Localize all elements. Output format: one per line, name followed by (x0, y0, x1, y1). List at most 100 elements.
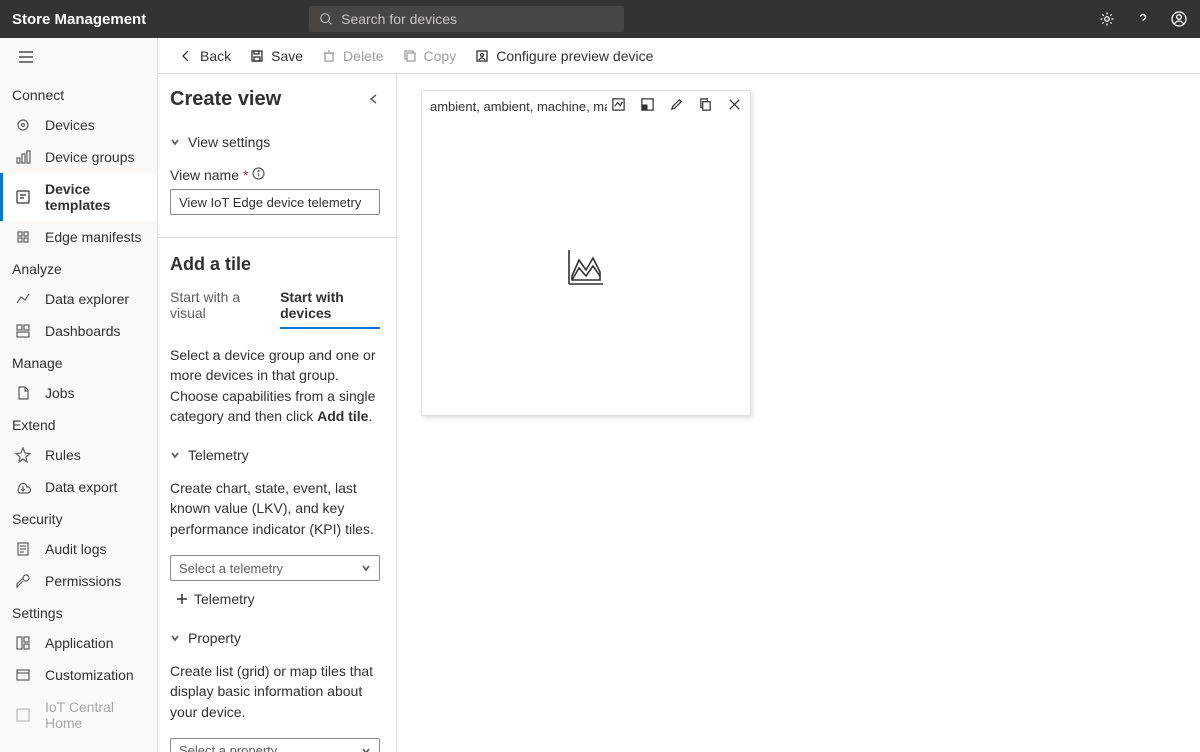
data-export-icon (15, 479, 31, 495)
nav-label: Data export (45, 479, 117, 495)
nav-label: IoT Central Home (45, 699, 145, 731)
chevron-down-icon (361, 563, 371, 573)
telemetry-dropdown[interactable]: Select a telemetry (170, 555, 380, 581)
search-input[interactable] (341, 11, 614, 27)
add-telemetry-button[interactable]: Telemetry (170, 581, 380, 617)
panel-collapse-button[interactable] (368, 92, 380, 108)
data-explorer-icon (15, 291, 31, 307)
nav-device-templates[interactable]: Device templates (0, 173, 157, 221)
form-panel: Create view View settings View name * (158, 74, 397, 752)
nav-category-settings: Settings (0, 597, 157, 627)
tile-close-icon[interactable] (727, 97, 742, 115)
copy-icon (402, 48, 418, 64)
nav-jobs[interactable]: Jobs (0, 377, 157, 409)
property-help: Create list (grid) or map tiles that dis… (170, 661, 380, 722)
divider (158, 237, 396, 238)
view-name-input[interactable] (170, 189, 380, 215)
nav-audit-logs[interactable]: Audit logs (0, 533, 157, 565)
dashboards-icon (15, 323, 31, 339)
search-icon (319, 12, 333, 26)
copy-button[interactable]: Copy (402, 48, 457, 64)
canvas: ambient, ambient, machine, machine (397, 74, 1200, 752)
chevron-down-icon (170, 633, 180, 643)
nav-edge-manifests[interactable]: Edge manifests (0, 221, 157, 253)
back-arrow-icon (178, 48, 194, 64)
search-container[interactable] (309, 6, 624, 32)
panel-title: Create view (170, 88, 281, 111)
nav-category-manage: Manage (0, 347, 157, 377)
edge-manifests-icon (15, 229, 31, 245)
sidebar: Connect Devices Device groups Device tem… (0, 38, 158, 752)
application-icon (15, 635, 31, 651)
jobs-icon (15, 385, 31, 401)
property-dropdown[interactable]: Select a property (170, 738, 380, 752)
nav-label: Application (45, 635, 114, 651)
nav-label: Customization (45, 667, 134, 683)
tile-edit-icon[interactable] (669, 97, 684, 115)
nav-category-extend: Extend (0, 409, 157, 439)
device-groups-icon (15, 149, 31, 165)
nav-label: Device templates (45, 181, 145, 213)
nav-label: Device groups (45, 149, 135, 165)
nav-category-connect: Connect (0, 79, 157, 109)
app-title: Store Management (12, 11, 146, 28)
topbar: Store Management (0, 0, 1200, 38)
add-tile-heading: Add a tile (170, 254, 380, 275)
tab-start-visual[interactable]: Start with a visual (170, 289, 262, 329)
tile-title: ambient, ambient, machine, machine (430, 99, 607, 114)
customization-icon (15, 667, 31, 683)
account-icon[interactable] (1170, 10, 1188, 28)
nav-device-groups[interactable]: Device groups (0, 141, 157, 173)
nav-category-security: Security (0, 503, 157, 533)
devices-icon (15, 117, 31, 133)
iot-central-icon (15, 707, 31, 723)
nav-data-export[interactable]: Data export (0, 471, 157, 503)
delete-icon (321, 48, 337, 64)
configure-button[interactable]: Configure preview device (474, 48, 653, 64)
telemetry-toggle[interactable]: Telemetry (170, 442, 380, 468)
nav-label: Devices (45, 117, 95, 133)
save-button[interactable]: Save (249, 48, 303, 64)
nav-customization[interactable]: Customization (0, 659, 157, 691)
tile-resize-icon[interactable] (640, 97, 655, 115)
nav-label: Data explorer (45, 291, 129, 307)
nav-dashboards[interactable]: Dashboards (0, 315, 157, 347)
nav-category-analyze: Analyze (0, 253, 157, 283)
tile-chart-icon[interactable] (611, 97, 626, 115)
chart-placeholder-icon (565, 246, 607, 291)
device-templates-icon (15, 189, 31, 205)
save-icon (249, 48, 265, 64)
nav-label: Jobs (45, 385, 75, 401)
back-button[interactable]: Back (178, 48, 231, 64)
info-icon[interactable] (252, 167, 265, 183)
nav-iot-central[interactable]: IoT Central Home (0, 691, 157, 739)
settings-gear-icon[interactable] (1098, 10, 1116, 28)
view-settings-toggle[interactable]: View settings (170, 129, 380, 155)
preview-tile[interactable]: ambient, ambient, machine, machine (421, 90, 751, 416)
nav-label: Permissions (45, 573, 121, 589)
chevron-down-icon (170, 137, 180, 147)
tabbar: Start with a visual Start with devices (170, 289, 380, 329)
delete-button[interactable]: Delete (321, 48, 383, 64)
tile-copy-icon[interactable] (698, 97, 713, 115)
nav-label: Edge manifests (45, 229, 142, 245)
sidebar-collapse-button[interactable] (0, 38, 157, 79)
nav-label: Dashboards (45, 323, 121, 339)
telemetry-help: Create chart, state, event, last known v… (170, 478, 380, 539)
configure-icon (474, 48, 490, 64)
audit-logs-icon (15, 541, 31, 557)
view-name-label: View name * (170, 167, 380, 183)
chevron-down-icon (170, 450, 180, 460)
nav-permissions[interactable]: Permissions (0, 565, 157, 597)
toolbar: Back Save Delete Copy Configure preview … (158, 38, 1200, 74)
rules-icon (15, 447, 31, 463)
plus-icon (176, 593, 188, 605)
help-icon[interactable] (1134, 10, 1152, 28)
nav-application[interactable]: Application (0, 627, 157, 659)
nav-data-explorer[interactable]: Data explorer (0, 283, 157, 315)
property-toggle[interactable]: Property (170, 625, 380, 651)
nav-rules[interactable]: Rules (0, 439, 157, 471)
nav-devices[interactable]: Devices (0, 109, 157, 141)
tab-start-devices[interactable]: Start with devices (280, 289, 380, 329)
nav-label: Audit logs (45, 541, 106, 557)
